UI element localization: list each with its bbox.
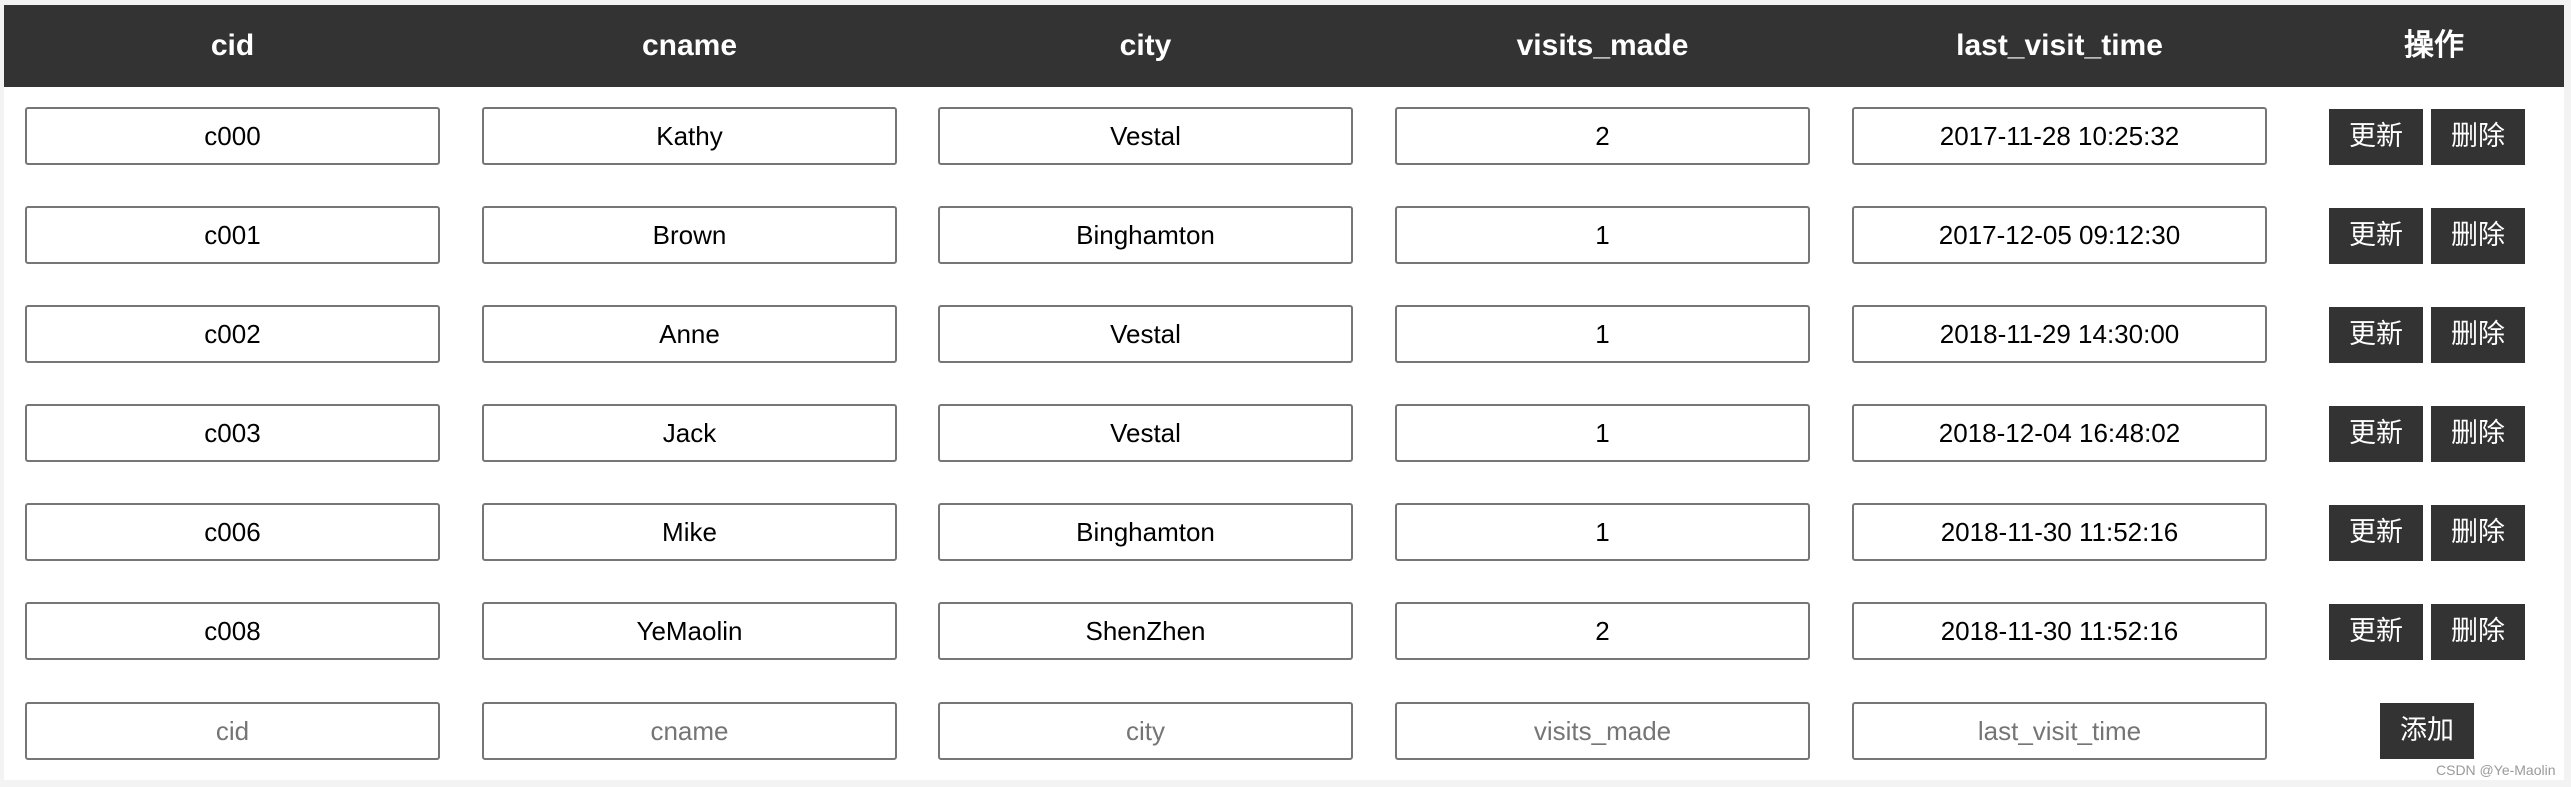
new-cid-input[interactable]	[25, 702, 440, 760]
city-input[interactable]	[938, 206, 1353, 264]
column-header-cid: cid	[210, 29, 255, 62]
update-button[interactable]: 更新	[2329, 604, 2423, 660]
table-row: 更新删除	[4, 206, 2564, 264]
delete-button[interactable]: 删除	[2431, 307, 2525, 363]
last-visit-time-input[interactable]	[1852, 404, 2267, 462]
visits-made-input[interactable]	[1395, 404, 1810, 462]
cname-input[interactable]	[482, 602, 897, 660]
last-visit-time-input[interactable]	[1852, 602, 2267, 660]
city-input[interactable]	[938, 602, 1353, 660]
visits-made-input[interactable]	[1395, 602, 1810, 660]
new-last-visit-time-input[interactable]	[1852, 702, 2267, 760]
cid-input[interactable]	[25, 206, 440, 264]
update-button[interactable]: 更新	[2329, 505, 2423, 561]
table-header: cid cname city visits_made last_visit_ti…	[4, 5, 2564, 87]
update-button[interactable]: 更新	[2329, 109, 2423, 165]
cid-input[interactable]	[25, 602, 440, 660]
table-row: 更新删除	[4, 503, 2564, 561]
last-visit-time-input[interactable]	[1852, 305, 2267, 363]
last-visit-time-input[interactable]	[1852, 503, 2267, 561]
last-visit-time-input[interactable]	[1852, 107, 2267, 165]
visits-made-input[interactable]	[1395, 206, 1810, 264]
visits-made-input[interactable]	[1395, 305, 1810, 363]
city-input[interactable]	[938, 305, 1353, 363]
cid-input[interactable]	[25, 404, 440, 462]
table-row: 更新删除	[4, 305, 2564, 363]
visits-made-input[interactable]	[1395, 107, 1810, 165]
column-header-actions: 操作	[2404, 28, 2464, 63]
city-input[interactable]	[938, 404, 1353, 462]
visits-made-input[interactable]	[1395, 503, 1810, 561]
delete-button[interactable]: 删除	[2431, 208, 2525, 264]
cid-input[interactable]	[25, 107, 440, 165]
add-row: 添加	[4, 702, 2564, 760]
delete-button[interactable]: 删除	[2431, 406, 2525, 462]
table-row: 更新删除	[4, 602, 2564, 660]
cname-input[interactable]	[482, 503, 897, 561]
cname-input[interactable]	[482, 206, 897, 264]
column-header-visits-made: visits_made	[1516, 29, 1689, 62]
update-button[interactable]: 更新	[2329, 406, 2423, 462]
column-header-cname: cname	[641, 29, 738, 62]
cname-input[interactable]	[482, 305, 897, 363]
delete-button[interactable]: 删除	[2431, 604, 2525, 660]
city-input[interactable]	[938, 107, 1353, 165]
add-button[interactable]: 添加	[2380, 703, 2474, 759]
delete-button[interactable]: 删除	[2431, 109, 2525, 165]
cname-input[interactable]	[482, 107, 897, 165]
customer-table: cid cname city visits_made last_visit_ti…	[4, 5, 2564, 780]
column-header-city: city	[1119, 29, 1172, 62]
new-visits-made-input[interactable]	[1395, 702, 1810, 760]
update-button[interactable]: 更新	[2329, 307, 2423, 363]
column-header-last-visit-time: last_visit_time	[1956, 29, 2163, 62]
cid-input[interactable]	[25, 503, 440, 561]
table-row: 更新删除	[4, 404, 2564, 462]
update-button[interactable]: 更新	[2329, 208, 2423, 264]
cid-input[interactable]	[25, 305, 440, 363]
new-cname-input[interactable]	[482, 702, 897, 760]
city-input[interactable]	[938, 503, 1353, 561]
last-visit-time-input[interactable]	[1852, 206, 2267, 264]
cname-input[interactable]	[482, 404, 897, 462]
new-city-input[interactable]	[938, 702, 1353, 760]
delete-button[interactable]: 删除	[2431, 505, 2525, 561]
watermark: CSDN @Ye-Maolin	[2436, 762, 2556, 778]
table-row: 更新删除	[4, 107, 2564, 165]
